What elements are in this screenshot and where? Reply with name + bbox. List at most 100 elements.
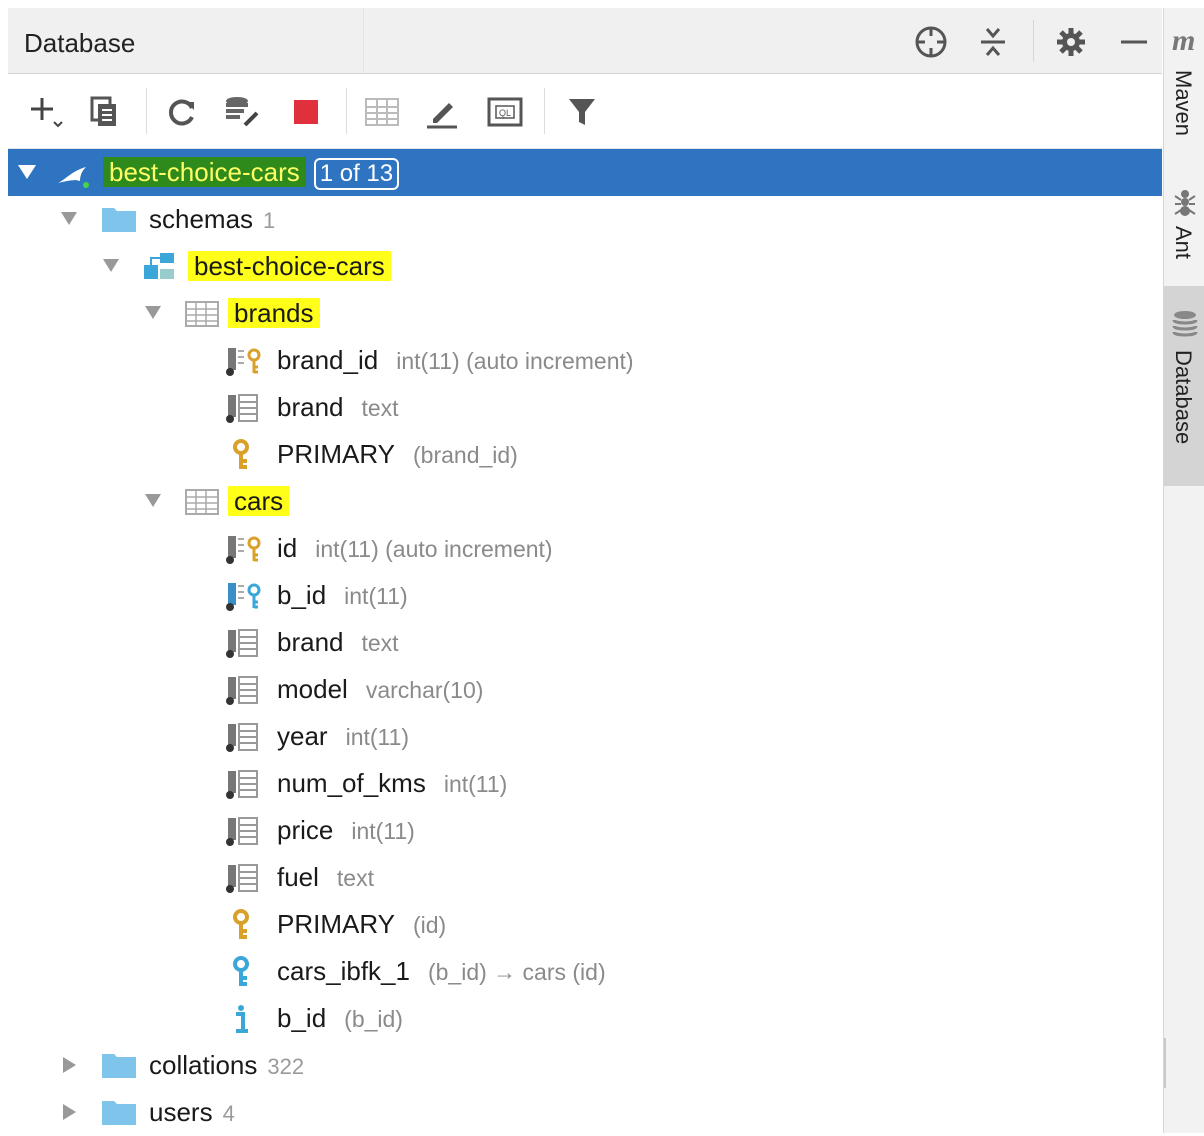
users-count: 4 [222,1101,235,1126]
db-properties-icon[interactable] [222,94,262,130]
column-icon [226,629,258,658]
maven-tab[interactable]: Maven [1170,70,1196,136]
copy-icon[interactable] [86,94,122,130]
collations-label: collations [149,1050,258,1080]
schema-icon [144,253,174,279]
tree-row-datasource[interactable]: best-choice-cars 1 of 13 [8,149,1162,196]
table-icon [185,489,219,515]
column-icon [226,817,258,846]
table-label: cars [228,486,290,516]
column-name: id [277,533,298,563]
tree-row-column[interactable]: num_of_kms int(11) [8,760,1162,807]
add-icon[interactable] [28,94,64,130]
right-tool-strip: m Maven Ant Database [1163,8,1204,1133]
tree-row-key[interactable]: PRIMARY (brand_id) [8,431,1162,478]
collapsed-arrow-icon[interactable] [58,1101,80,1123]
tree-row-column[interactable]: fuel text [8,854,1162,901]
filter-icon[interactable] [564,94,600,130]
maven-logo: m [1172,24,1196,57]
tree-row-table-brands[interactable]: brands [8,290,1162,337]
tree-row-collations[interactable]: collations 322 [8,1042,1162,1089]
expanded-arrow-icon[interactable] [142,490,164,512]
table-icon [185,301,219,327]
schemas-label: schemas [149,204,254,234]
tree-row-table-cars[interactable]: cars [8,478,1162,525]
folder-icon [102,1054,136,1078]
expanded-arrow-icon[interactable] [142,302,164,324]
tree-row-column[interactable]: year int(11) [8,713,1162,760]
expanded-arrow-icon[interactable] [16,161,38,183]
tree-row-users[interactable]: users 4 [8,1089,1162,1136]
tree-row-index[interactable]: b_id (b_id) [8,995,1162,1042]
tree-row-column[interactable]: brand_id int(11) (auto increment) [8,337,1162,384]
tree-row-column[interactable]: price int(11) [8,807,1162,854]
index-columns: (b_id) [344,1006,403,1032]
panel-header: Database [8,8,1162,74]
database-tab[interactable]: Database [1170,350,1196,444]
primary-key-icon [233,439,249,469]
column-icon [226,723,258,752]
ant-tab[interactable]: Ant [1170,226,1196,259]
database-panel: Database QL best-choice-cars 1 of 13 sch… [8,8,1162,1133]
sql-console-icon[interactable]: QL [486,94,524,130]
ant-icon [1172,188,1198,221]
column-type: int(11) [345,724,410,750]
users-label: users [149,1097,213,1127]
column-type: int(11) [443,771,508,797]
column-name: brand [277,392,344,422]
edit-icon[interactable] [424,94,460,130]
database-icon [1172,310,1198,345]
schema-count-badge[interactable]: 1 of 13 [313,158,400,190]
key-name: cars_ibfk_1 [277,956,410,986]
collapsed-arrow-icon[interactable] [58,1054,80,1076]
column-name: brand_id [277,345,379,375]
folder-icon [102,208,136,232]
tree-row-key[interactable]: PRIMARY (id) [8,901,1162,948]
expanded-arrow-icon[interactable] [100,255,122,277]
column-type: text [336,865,374,891]
column-name: num_of_kms [277,768,426,798]
mysql-dolphin-icon [58,167,89,188]
tree-row-column[interactable]: brand text [8,384,1162,431]
index-name: b_id [277,1003,327,1033]
table-view-icon [364,94,400,130]
column-type: int(11) [344,583,408,609]
column-name: year [277,721,328,751]
schema-label: best-choice-cars [188,251,391,281]
foreign-key-column-icon [226,583,261,611]
column-name: fuel [277,862,319,892]
index-icon [236,1005,248,1033]
tree-row-column[interactable]: model varchar(10) [8,666,1162,713]
refresh-icon[interactable] [164,94,200,130]
tree-row-column[interactable]: brand text [8,619,1162,666]
collations-count: 322 [267,1054,305,1079]
tree-row-foreign-key[interactable]: cars_ibfk_1 (b_id) → cars (id) [8,948,1162,995]
panel-title: Database [24,28,136,58]
collapse-all-icon[interactable] [975,24,1011,60]
primary-key-column-icon [226,536,261,564]
key-name: PRIMARY [277,909,395,939]
column-icon [226,770,258,799]
column-icon [226,864,258,893]
settings-icon[interactable] [1053,24,1089,60]
tree-row-schema[interactable]: best-choice-cars [8,243,1162,290]
column-name: price [277,815,334,845]
table-label: brands [228,298,320,328]
database-tab-active[interactable]: Database [1164,286,1204,486]
expanded-arrow-icon[interactable] [58,208,80,230]
column-type: text [361,630,399,656]
datasource-label: best-choice-cars [103,157,306,187]
tree-row-column[interactable]: b_id int(11) [8,572,1162,619]
svg-text:QL: QL [499,108,511,118]
key-columns: (id) [413,912,447,938]
tree-row-schemas[interactable]: schemas 1 [8,196,1162,243]
target-icon[interactable] [913,24,949,60]
hide-panel-icon[interactable] [1116,24,1152,60]
column-icon [226,676,258,705]
tree-row-column[interactable]: id int(11) (auto increment) [8,525,1162,572]
column-type: text [361,395,399,421]
toolbar: QL [8,74,1162,149]
stop-icon[interactable] [288,94,324,130]
column-name: model [277,674,348,704]
column-type: int(11) [351,818,415,844]
